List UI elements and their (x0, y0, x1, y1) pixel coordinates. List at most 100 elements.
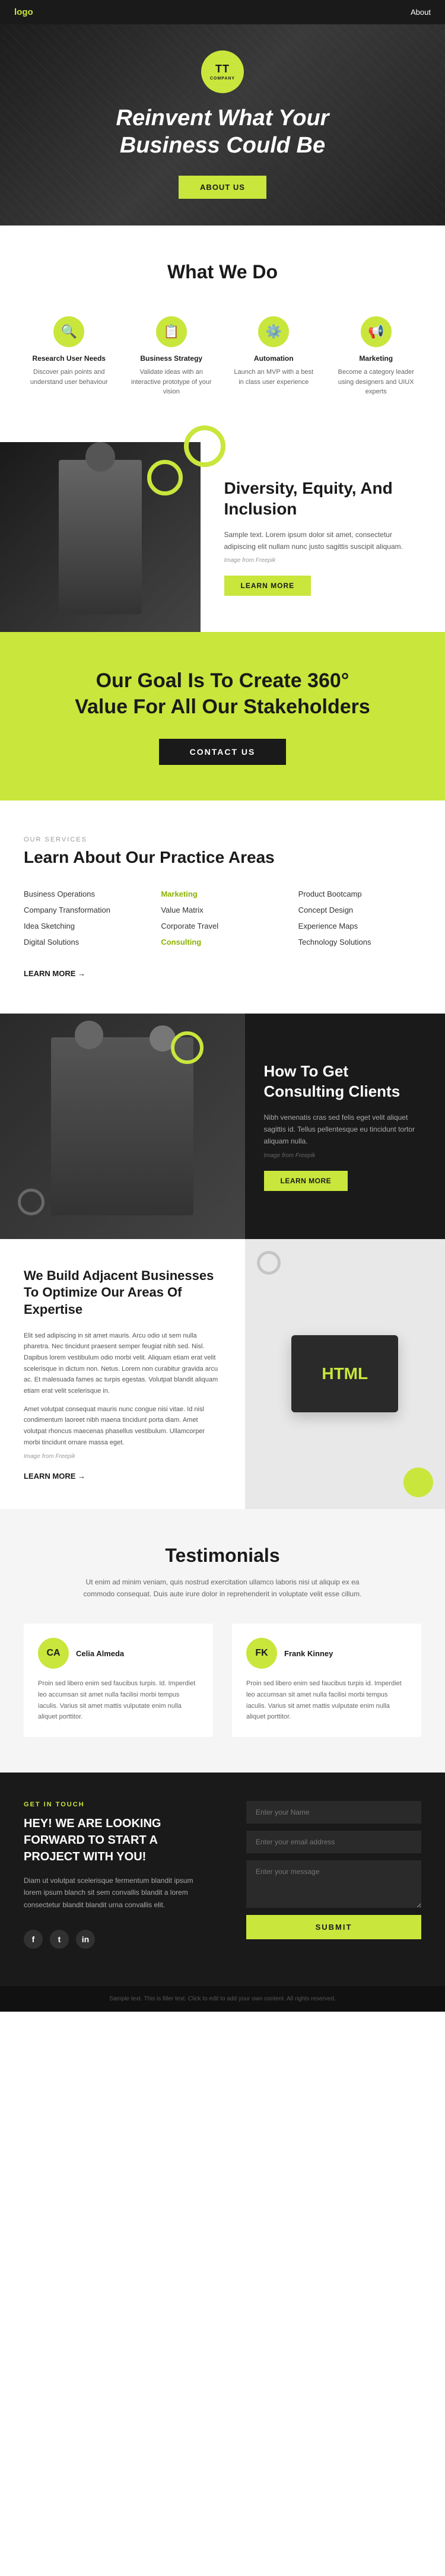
practice-grid: Business Operations Company Transformati… (24, 886, 421, 950)
practice-item-transform: Company Transformation (24, 902, 147, 918)
dei-body: Sample text. Lorem ipsum dolor sit amet,… (224, 529, 422, 553)
service-research-desc: Discover pain points and understand user… (28, 367, 110, 387)
consulting-body: Nibh venenatis cras sed felis eget velit… (264, 1111, 427, 1148)
consulting-people-bg (51, 1037, 193, 1215)
testimonial-text-1: Proin sed libero enim sed faucibus turpi… (246, 1678, 407, 1723)
practice-col2: Marketing Value Matrix Corporate Travel … (161, 886, 284, 950)
author-name-0: Celia Almeda (76, 1649, 124, 1658)
service-research: 🔍 Research User Needs Discover pain poin… (24, 307, 115, 406)
consulting-green-circle (171, 1031, 204, 1064)
hero-headline-l2: Business Could Be (120, 133, 325, 158)
dei-headline: Diversity, Equity, And Inclusion (224, 478, 422, 519)
adjacent-image-panel: HTML (245, 1239, 445, 1509)
adjacent-body1: Elit sed adipiscing in sit amet mauris. … (24, 1330, 221, 1397)
practice-learn-more-button[interactable]: LEARN MORE → (24, 969, 85, 978)
adjacent-body2: Amet volutpat consequat mauris nunc cong… (24, 1404, 221, 1449)
hero-cta-button[interactable]: ABOUT US (179, 176, 266, 199)
contact-email-input[interactable] (246, 1831, 421, 1853)
service-automation-title: Automation (233, 354, 314, 363)
contact-us-button[interactable]: CONTACT US (159, 739, 287, 765)
avatar-0: CA (38, 1638, 69, 1669)
adjacent-green-circle (403, 1468, 433, 1497)
service-automation-icon: ⚙️ (258, 316, 289, 347)
value-line2: Value For All Our Stakeholders (75, 695, 370, 718)
practice-item-concept: Concept Design (298, 902, 421, 918)
practice-item-consulting: Consulting (161, 934, 284, 950)
practice-item-marketing: Marketing (161, 886, 284, 902)
about-link[interactable]: About (411, 8, 431, 17)
dei-source: Image from Freepik (224, 557, 422, 564)
what-we-do-section: What We Do 🔍 Research User Needs Discove… (0, 225, 445, 442)
testimonial-text-0: Proin sed libero enim sed faucibus turpi… (38, 1678, 199, 1723)
contact-name-input[interactable] (246, 1801, 421, 1824)
testimonials-grid: CA Celia Almeda Proin sed libero enim se… (24, 1624, 421, 1737)
consulting-learn-more-button[interactable]: LEARN MORE (264, 1171, 348, 1191)
social-linkedin-icon[interactable]: in (76, 1930, 95, 1949)
laptop-mockup: HTML (291, 1335, 398, 1412)
service-marketing-title: Marketing (336, 354, 417, 363)
consulting-headline: How To Get Consulting Clients (264, 1062, 427, 1102)
service-research-title: Research User Needs (28, 354, 110, 363)
contact-section: GET IN TOUCH HEY! WE ARE LOOKING FORWARD… (0, 1773, 445, 1986)
practice-section: OUR SERVICES Learn About Our Practice Ar… (0, 801, 445, 1014)
practice-item-digital: Digital Solutions (24, 934, 147, 950)
testimonials-intro: Ut enim ad minim veniam, quis nostrud ex… (74, 1576, 371, 1600)
service-automation: ⚙️ Automation Launch an MVP with a best … (228, 307, 319, 406)
dei-person-head (85, 442, 115, 472)
badge-text: TT (215, 62, 230, 76)
dei-top-circle (184, 425, 225, 467)
dei-image-panel (0, 442, 201, 632)
service-strategy-title: Business Strategy (131, 354, 212, 363)
what-we-do-title: What We Do (24, 261, 421, 283)
adjacent-learn-more-button[interactable]: LEARN MORE → (24, 1472, 85, 1481)
badge-subtext: COMPANY (210, 76, 235, 81)
consulting-section: How To Get Consulting Clients Nibh venen… (0, 1014, 445, 1239)
adjacent-section: We Build Adjacent Businesses To Optimize… (0, 1239, 445, 1509)
practice-item-tech: Technology Solutions (298, 934, 421, 950)
contact-form-panel: SUBMIT (223, 1773, 445, 1986)
dei-content-panel: Diversity, Equity, And Inclusion Sample … (201, 442, 445, 632)
service-marketing-desc: Become a category leader using designers… (336, 367, 417, 397)
testimonial-card-1: FK Frank Kinney Proin sed libero enim se… (232, 1624, 421, 1737)
hero-content: TT COMPANY Reinvent What Your Business C… (116, 27, 329, 199)
dei-person-figure (59, 460, 142, 614)
practice-label: OUR SERVICES (24, 836, 421, 843)
hero-section: TT COMPANY Reinvent What Your Business C… (0, 0, 445, 225)
practice-item-biz-ops: Business Operations (24, 886, 147, 902)
adjacent-content-panel: We Build Adjacent Businesses To Optimize… (0, 1239, 245, 1509)
practice-item-value-matrix: Value Matrix (161, 902, 284, 918)
contact-label: GET IN TOUCH (24, 1801, 199, 1808)
contact-submit-button[interactable]: SUBMIT (246, 1915, 421, 1939)
practice-item-experience: Experience Maps (298, 918, 421, 934)
contact-message-input[interactable] (246, 1860, 421, 1908)
practice-item-corp-travel: Corporate Travel (161, 918, 284, 934)
adjacent-outline-circle (257, 1251, 281, 1275)
logo: logo (14, 7, 33, 17)
adjacent-headline: We Build Adjacent Businesses To Optimize… (24, 1268, 221, 1319)
value-section: Our Goal Is To Create 360° Value For All… (0, 632, 445, 801)
avatar-1-initials: FK (255, 1648, 268, 1659)
contact-left-panel: GET IN TOUCH HEY! WE ARE LOOKING FORWARD… (0, 1773, 223, 1986)
hero-headline-l1: Reinvent What Your (116, 106, 329, 131)
author-name-1: Frank Kinney (284, 1649, 333, 1658)
dei-green-circle (147, 460, 183, 495)
contact-headline: HEY! WE ARE LOOKING FORWARD TO START A P… (24, 1815, 199, 1865)
hero-badge: TT COMPANY (201, 50, 244, 93)
value-line1: Our Goal Is To Create 360° (96, 669, 349, 692)
service-automation-desc: Launch an MVP with a best in class user … (233, 367, 314, 387)
dei-learn-more-button[interactable]: LEARN MORE (224, 576, 312, 596)
practice-col3: Product Bootcamp Concept Design Experien… (298, 886, 421, 950)
service-marketing-icon: 📢 (361, 316, 392, 347)
testimonial-author-0: CA Celia Almeda (38, 1638, 199, 1669)
social-twitter-icon[interactable]: t (50, 1930, 69, 1949)
consulting-source: Image from Freepik (264, 1152, 427, 1159)
value-headline: Our Goal Is To Create 360° Value For All… (24, 668, 421, 720)
social-facebook-icon[interactable]: f (24, 1930, 43, 1949)
testimonials-headline: Testimonials (24, 1545, 421, 1567)
service-research-icon: 🔍 (53, 316, 84, 347)
avatar-1: FK (246, 1638, 277, 1669)
services-grid: 🔍 Research User Needs Discover pain poin… (24, 307, 421, 406)
footer-text: Sample text. This is filler text. Click … (24, 1996, 421, 2002)
footer: Sample text. This is filler text. Click … (0, 1986, 445, 2012)
service-strategy-desc: Validate ideas with an interactive proto… (131, 367, 212, 397)
